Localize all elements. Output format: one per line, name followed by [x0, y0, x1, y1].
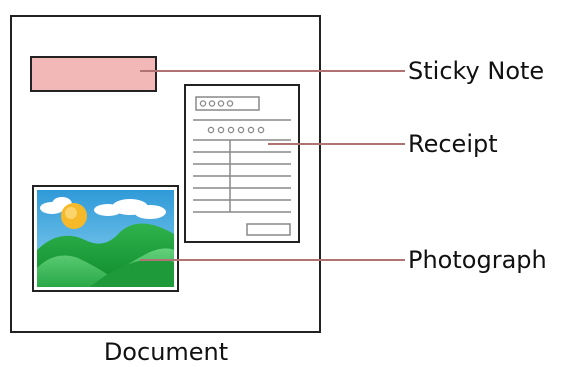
receipt-icon	[184, 84, 300, 243]
document-diagram: Sticky Note Receipt Photograph Document	[10, 15, 547, 366]
sticky-note	[30, 56, 157, 92]
receipt-label: Receipt	[408, 130, 498, 158]
landscape-photo-icon	[32, 185, 179, 292]
photograph-label: Photograph	[408, 246, 547, 274]
sticky-note-label: Sticky Note	[408, 57, 544, 85]
document-caption: Document	[104, 338, 228, 366]
